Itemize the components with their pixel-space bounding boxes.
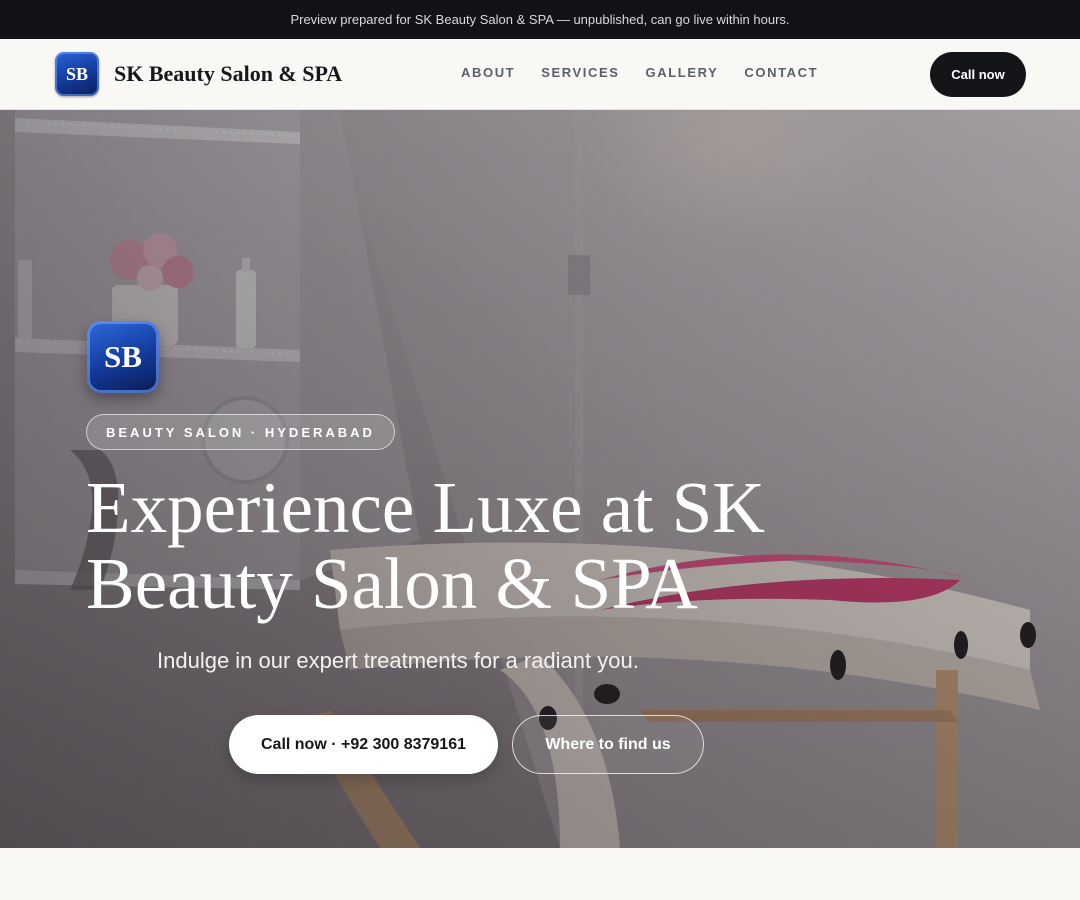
preview-banner-text: Preview prepared for SK Beauty Salon & S…	[290, 12, 790, 27]
hero-title: Experience Luxe at SK Beauty Salon & SPA	[86, 467, 766, 624]
brand-logo[interactable]: SB	[55, 52, 99, 96]
hero-subtitle: Indulge in our expert treatments for a r…	[157, 648, 639, 673]
nav-link-gallery[interactable]: GALLERY	[646, 65, 719, 80]
hero-logo: SB	[87, 321, 159, 393]
hero-call-button[interactable]: Call now · +92 300 8379161	[229, 715, 498, 774]
hero-section: SB BEAUTY SALON · HYDERABAD Experience L…	[0, 110, 1080, 848]
preview-banner: Preview prepared for SK Beauty Salon & S…	[0, 0, 1080, 39]
hero-location-button[interactable]: Where to find us	[512, 715, 704, 774]
nav-link-contact[interactable]: CONTACT	[744, 65, 818, 80]
brand[interactable]: SB SK Beauty Salon & SPA	[55, 52, 342, 96]
hero-category-badge: BEAUTY SALON · HYDERABAD	[86, 414, 395, 450]
main-nav: ABOUT SERVICES GALLERY CONTACT	[461, 65, 818, 80]
header-call-button[interactable]: Call now	[930, 52, 1026, 97]
nav-link-about[interactable]: ABOUT	[461, 65, 515, 80]
brand-name[interactable]: SK Beauty Salon & SPA	[114, 61, 342, 87]
site-header: SB SK Beauty Salon & SPA ABOUT SERVICES …	[0, 39, 1080, 110]
nav-link-services[interactable]: SERVICES	[541, 65, 619, 80]
